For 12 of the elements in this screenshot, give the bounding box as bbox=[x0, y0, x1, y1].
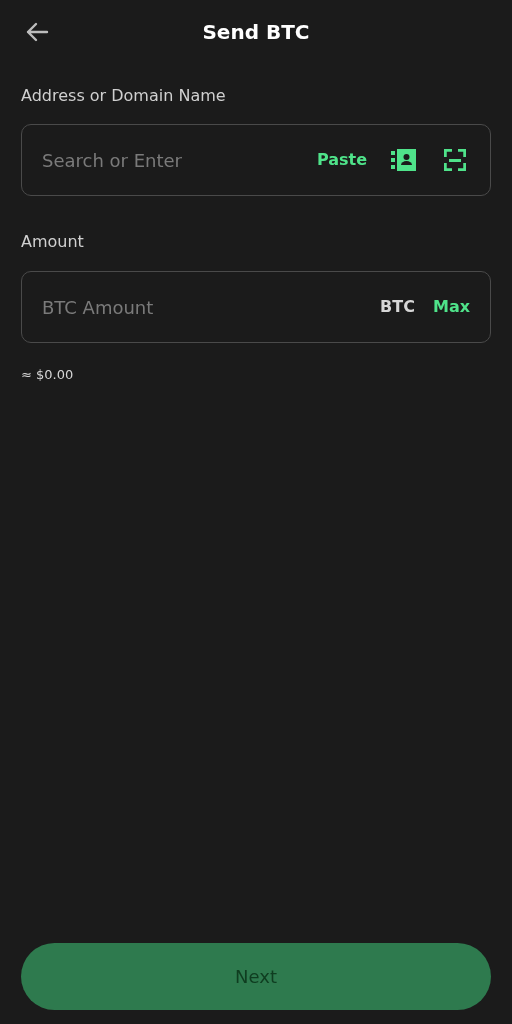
contact-book-icon[interactable] bbox=[391, 149, 416, 171]
max-button[interactable]: Max bbox=[432, 295, 470, 319]
paste-button[interactable]: Paste bbox=[316, 148, 367, 172]
screen-title: Send BTC bbox=[202, 19, 310, 46]
fiat-value: ≈ $0.00 bbox=[21, 366, 75, 384]
amount-field[interactable]: BTC Amount BTC Max bbox=[21, 271, 491, 343]
address-field[interactable]: Search or Enter Paste bbox=[21, 124, 491, 196]
currency-unit: BTC bbox=[380, 296, 415, 318]
scan-icon[interactable] bbox=[444, 149, 466, 171]
field-label: Address or Domain Name bbox=[21, 85, 227, 107]
back-arrow-icon bbox=[25, 22, 49, 42]
field-label: Amount bbox=[21, 231, 85, 253]
